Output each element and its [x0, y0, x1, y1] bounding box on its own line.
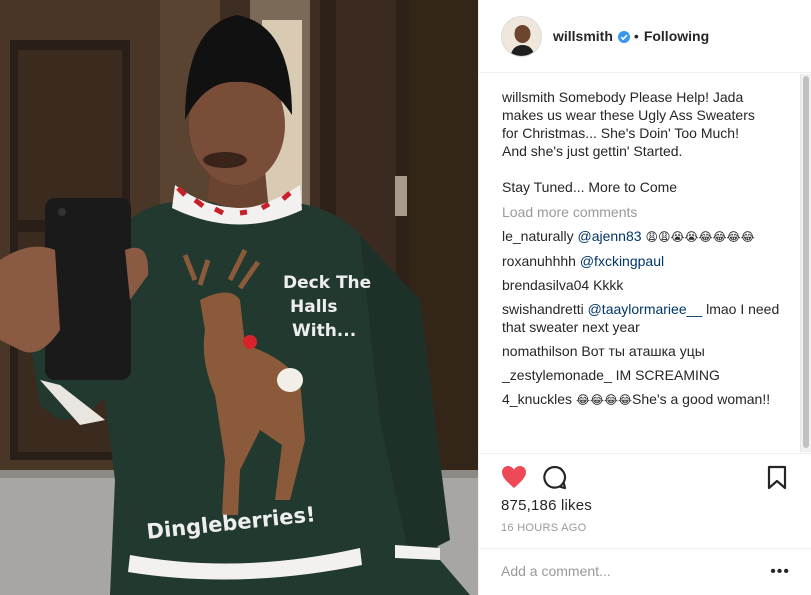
- following-button[interactable]: Following: [644, 28, 709, 44]
- sweater-text-deck: Deck The: [283, 273, 371, 293]
- comment-text: She's a good woman!!: [632, 391, 771, 407]
- verified-badge-icon: [617, 30, 630, 43]
- post-header: willsmith • Following: [479, 0, 811, 73]
- comment-username[interactable]: roxanuhhhh: [502, 253, 576, 269]
- add-comment-section: •••: [479, 548, 811, 595]
- caption-closing: Stay Tuned... More to Come: [502, 179, 678, 195]
- more-options-icon[interactable]: •••: [770, 563, 790, 581]
- comment-mention[interactable]: @ajenn83: [578, 228, 642, 244]
- post-caption: willsmith Somebody Please Help! Jada mak…: [502, 88, 797, 196]
- comment-item: _zestylemonade_ IM SCREAMING: [502, 366, 792, 384]
- comment-item: 4_knuckles 😂😂😂😂She's a good woman!!: [502, 390, 792, 409]
- comment-item: swishandretti @taaylormariee__ lmao I ne…: [502, 300, 792, 336]
- comment-mention[interactable]: @fxckingpaul: [580, 253, 664, 269]
- comments-scrollbar[interactable]: [800, 74, 811, 452]
- scrollbar-thumb[interactable]: [803, 76, 809, 448]
- heart-icon[interactable]: [501, 465, 527, 489]
- sweater-text-halls: Halls: [290, 297, 337, 317]
- comment-username[interactable]: brendasilva04: [502, 277, 589, 293]
- comment-item: roxanuhhhh @fxckingpaul: [502, 252, 792, 270]
- comment-emoji: 😂😂😂😂: [575, 393, 633, 407]
- comment-text: Kkkk: [593, 277, 624, 293]
- sweater-text-with: With...: [292, 321, 356, 341]
- comment-item: nomathilson Вот ты аташка уцы: [502, 342, 792, 360]
- comment-username[interactable]: _zestylemonade_: [502, 367, 612, 383]
- caption-line-4: And she's just gettin' Started.: [502, 143, 683, 159]
- comment-mention[interactable]: @taaylormariee__: [588, 301, 703, 317]
- post-actions: 875,186 likes 16 HOURS AGO •••: [479, 453, 811, 595]
- comment-username[interactable]: 4_knuckles: [502, 391, 572, 407]
- comment-username[interactable]: nomathilson: [502, 343, 578, 359]
- post-photo[interactable]: Deck The Halls With... Dingleberries!: [0, 0, 478, 595]
- load-more-comments-button[interactable]: Load more comments: [502, 203, 801, 221]
- avatar[interactable]: [501, 15, 542, 57]
- comment-text: IM SCREAMING: [615, 367, 720, 383]
- comment-text: Вот ты аташка уцы: [581, 343, 705, 359]
- comment-username[interactable]: swishandretti: [502, 301, 584, 317]
- comment-item: brendasilva04 Kkkk: [502, 276, 792, 294]
- bookmark-icon[interactable]: [767, 465, 787, 490]
- comment-username[interactable]: le_naturally: [502, 228, 574, 244]
- post-side-panel: willsmith • Following willsmith Somebody…: [478, 0, 811, 595]
- comment-emoji: 😩😩😭😭😂😂😂😂: [645, 230, 755, 244]
- post-timestamp[interactable]: 16 HOURS AGO: [501, 522, 587, 534]
- likes-count[interactable]: 875,186 likes: [501, 497, 592, 514]
- caption-username[interactable]: willsmith: [502, 89, 555, 105]
- comment-item: le_naturally @ajenn83 😩😩😭😭😂😂😂😂: [502, 227, 792, 246]
- comment-bubble-icon[interactable]: [542, 465, 567, 490]
- avatar-image: [502, 16, 541, 56]
- caption-line-2: makes us wear these Ugly Ass Sweaters: [502, 107, 755, 123]
- add-comment-input[interactable]: [501, 563, 751, 579]
- post-photo-illustration: Deck The Halls With... Dingleberries!: [0, 0, 478, 595]
- comments-list[interactable]: willsmith Somebody Please Help! Jada mak…: [479, 74, 801, 452]
- header-separator: •: [633, 28, 639, 44]
- caption-line-1: Somebody Please Help! Jada: [558, 89, 744, 105]
- caption-line-3: for Christmas... She's Doin' Too Much!: [502, 125, 739, 141]
- post-username[interactable]: willsmith: [553, 28, 613, 44]
